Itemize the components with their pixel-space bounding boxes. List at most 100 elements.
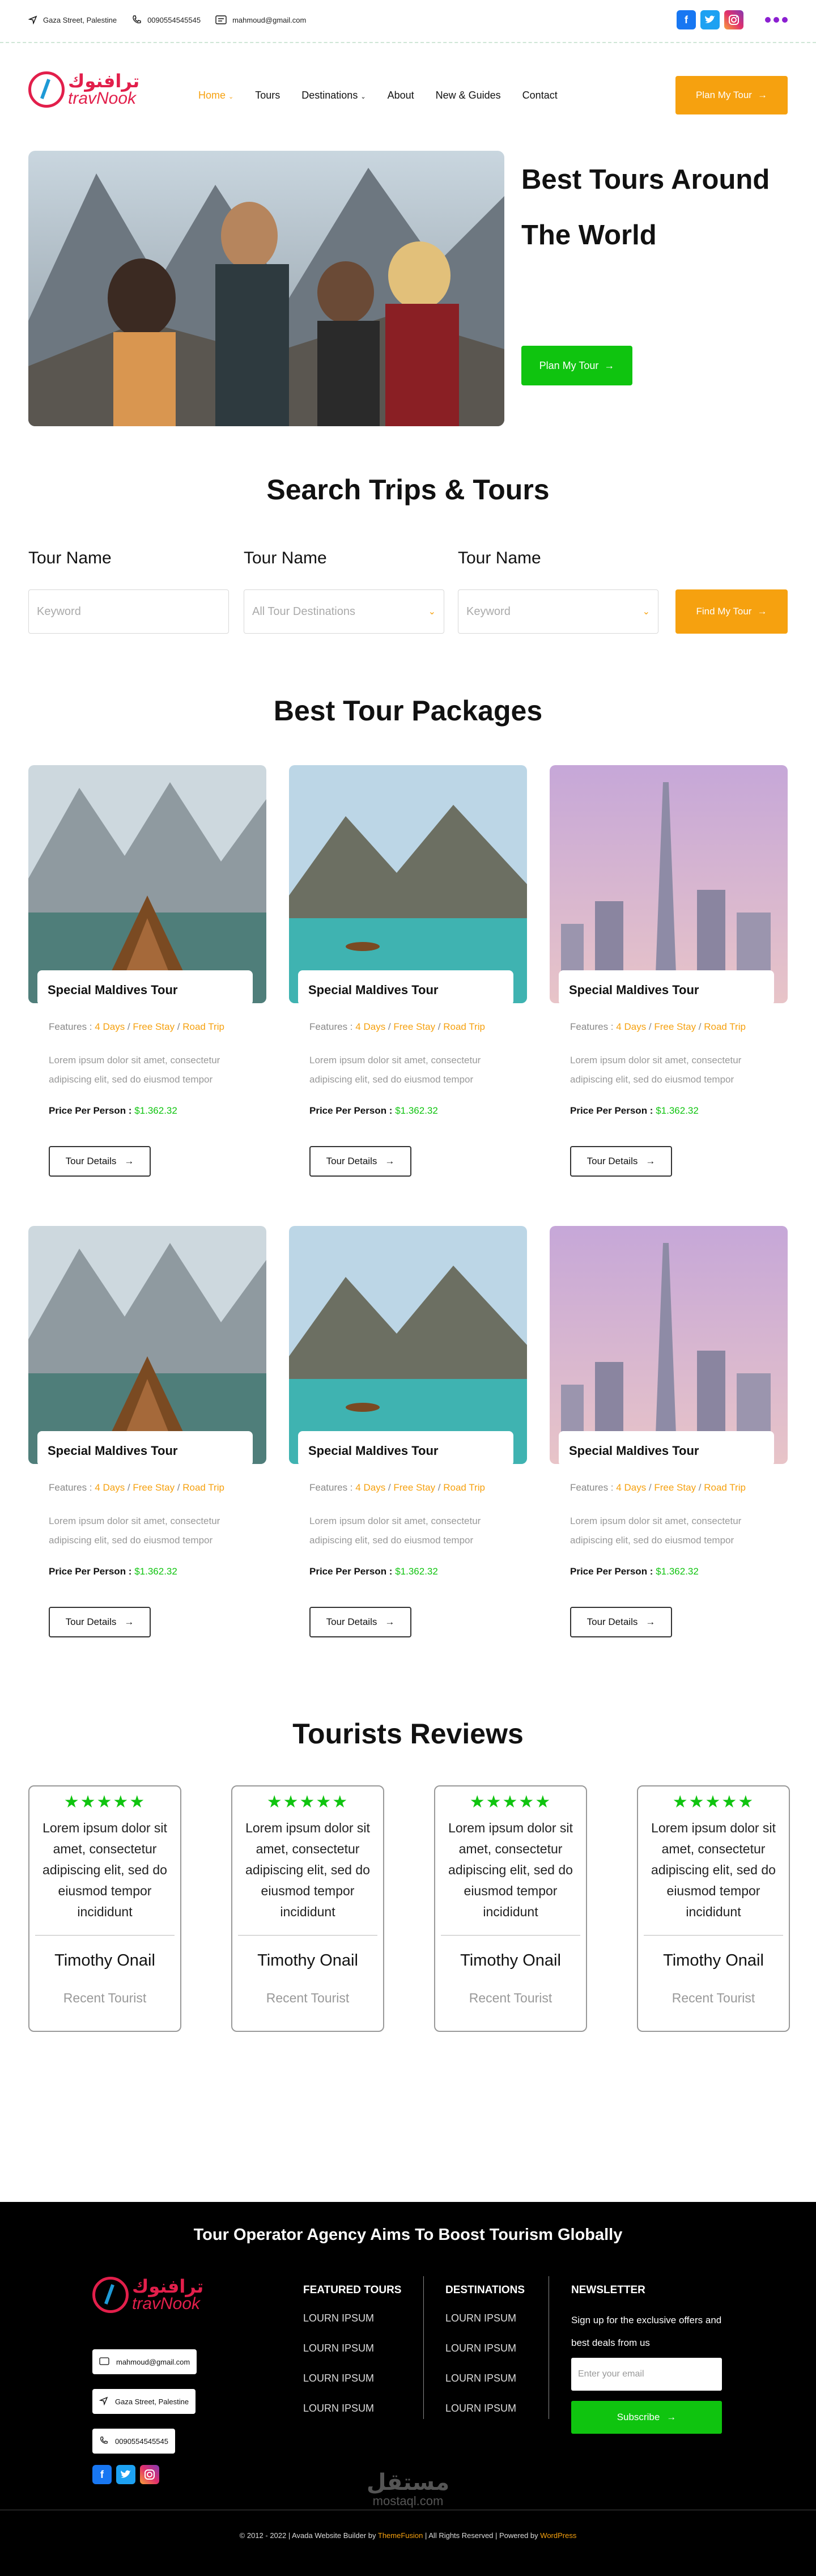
wordpress-link[interactable]: WordPress [540, 2531, 576, 2540]
facebook-icon[interactable]: f [677, 10, 696, 29]
plan-my-tour-button[interactable]: Plan My Tour → [675, 76, 788, 114]
star-rating-icon: ★★★★★ [266, 1793, 349, 1811]
destination-select[interactable]: All Tour Destinations ⌄ [244, 589, 444, 634]
tour-package-features: Features : 4 Days / Free Stay / Road Tri… [570, 1021, 746, 1032]
more-menu-icon[interactable] [765, 17, 788, 23]
reviewer-name: Timothy Onail [663, 1951, 764, 1970]
tour-details-button[interactable]: Tour Details → [570, 1607, 672, 1637]
newsletter-column: NEWSLETTER Sign up for the exclusive off… [571, 2284, 730, 2434]
logo-mark-icon [92, 2277, 129, 2313]
reviewer-name: Timothy Onail [54, 1951, 155, 1970]
tour-package-price: Price Per Person : $1.362.32 [570, 1566, 699, 1577]
phone-info[interactable]: 0090554545545 [131, 15, 201, 25]
email-info[interactable]: mahmoud@gmail.com [215, 15, 306, 24]
destinations-heading: DESTINATIONS [445, 2284, 525, 2296]
chevron-down-icon: ⌄ [428, 607, 436, 617]
keyword-input[interactable]: Keyword [28, 589, 229, 634]
tour-package-image [550, 1226, 788, 1464]
tour-package-price: Price Per Person : $1.362.32 [49, 1566, 177, 1577]
subscribe-button[interactable]: Subscribe → [571, 2401, 722, 2434]
tour-package-image [28, 1226, 266, 1464]
phone-icon [131, 15, 142, 25]
tour-package-card: Special Maldives Tour Features : 4 Days /… [550, 1226, 788, 1637]
nav-item-contact[interactable]: Contact [522, 90, 558, 101]
nav-item-about[interactable]: About [388, 90, 414, 101]
find-my-tour-button[interactable]: Find My Tour → [675, 589, 788, 634]
copyright: © 2012 - 2022 | Avada Website Builder by… [239, 2531, 577, 2540]
tour-package-description: Lorem ipsum dolor sit amet, consectetur a… [309, 1516, 481, 1546]
tour-package-description: Lorem ipsum dolor sit amet, consectetur a… [309, 1055, 481, 1085]
tour-package-title: Special Maldives Tour [559, 970, 774, 1005]
themefusion-link[interactable]: ThemeFusion [378, 2531, 423, 2540]
newsletter-text: Sign up for the exclusive offers and bes… [571, 2315, 722, 2348]
footer-logo[interactable]: ترافنوك travNook [92, 2277, 203, 2313]
review-divider [441, 1935, 580, 1936]
review-divider [238, 1935, 377, 1936]
tour-package-title: Special Maldives Tour [298, 1431, 513, 1466]
tour-package-features: Features : 4 Days / Free Stay / Road Tri… [309, 1021, 485, 1032]
tour-package-card: Special Maldives Tour Features : 4 Days /… [28, 1226, 266, 1637]
arrow-right-icon: → [385, 1616, 395, 1627]
tour-package-price: Price Per Person : $1.362.32 [570, 1105, 699, 1116]
tour-name-label: Tour Name [28, 549, 112, 567]
logo-arabic-text: ترافنوك [68, 71, 140, 91]
footer-link[interactable]: LOURN IPSUM [303, 2373, 401, 2403]
nav-item-tours[interactable]: Tours [255, 90, 280, 101]
footer-email[interactable]: mahmoud@gmail.com [92, 2349, 197, 2374]
nav-item-home[interactable]: Home ⌄ [198, 90, 233, 101]
arrow-right-icon: → [124, 1156, 134, 1166]
tour-package-features: Features : 4 Days / Free Stay / Road Tri… [570, 1482, 746, 1493]
chevron-down-icon: ⌄ [642, 607, 650, 617]
nav-item-news-guides[interactable]: New & Guides [436, 90, 501, 101]
star-rating-icon: ★★★★★ [469, 1793, 552, 1811]
tour-package-price: Price Per Person : $1.362.32 [309, 1566, 438, 1577]
tour-package-description: Lorem ipsum dolor sit amet, consectetur a… [49, 1055, 220, 1085]
twitter-icon[interactable] [700, 10, 720, 29]
tour-package-price: Price Per Person : $1.362.32 [49, 1105, 177, 1116]
review-card: ★★★★★ Lorem ipsum dolor sit amet, consecte… [28, 1785, 181, 2032]
mail-icon [215, 15, 227, 24]
phone-text: 0090554545545 [147, 15, 201, 24]
tour-details-button[interactable]: Tour Details → [49, 1607, 151, 1637]
footer-link[interactable]: LOURN IPSUM [445, 2342, 525, 2373]
tour-package-description: Lorem ipsum dolor sit amet, consectetur a… [570, 1055, 742, 1085]
footer-link[interactable]: LOURN IPSUM [303, 2342, 401, 2373]
arrow-right-icon: → [604, 359, 615, 371]
tour-package-card: Special Maldives Tour Features : 4 Days /… [28, 765, 266, 1177]
tour-details-button[interactable]: Tour Details → [49, 1146, 151, 1177]
footer-title: Tour Operator Agency Aims To Boost Touri… [193, 2226, 623, 2244]
location-icon [99, 2396, 108, 2407]
reviewer-name: Timothy Onail [460, 1951, 561, 1970]
instagram-icon[interactable] [724, 10, 743, 29]
footer-link[interactable]: LOURN IPSUM [303, 2312, 401, 2342]
packages-heading: Best Tour Packages [273, 695, 543, 727]
watermark: مستقل mostaql.com [366, 2470, 450, 2508]
hero-image [28, 151, 504, 426]
footer-phone[interactable]: 0090554545545 [92, 2429, 175, 2454]
tour-package-image [289, 1226, 527, 1464]
reviewer-role: Recent Tourist [672, 1991, 755, 2005]
main-navigation: ترافنوك travNook Home ⌄ Tours Destinatio… [28, 71, 788, 117]
destination-label: Tour Name [244, 549, 327, 567]
arrow-right-icon: → [645, 1156, 656, 1166]
reviews-heading: Tourists Reviews [292, 1718, 524, 1750]
keyword-select[interactable]: Keyword ⌄ [458, 589, 658, 634]
reviewer-role: Recent Tourist [266, 1991, 350, 2005]
reviewer-role: Recent Tourist [63, 1991, 147, 2005]
hero-plan-tour-button[interactable]: Plan My Tour → [521, 346, 632, 385]
tour-details-button[interactable]: Tour Details → [309, 1146, 411, 1177]
footer-link[interactable]: LOURN IPSUM [445, 2403, 525, 2433]
nav-item-destinations[interactable]: Destinations ⌄ [301, 90, 366, 101]
tour-details-button[interactable]: Tour Details → [309, 1607, 411, 1637]
footer-link[interactable]: LOURN IPSUM [303, 2403, 401, 2433]
arrow-right-icon: → [645, 1616, 656, 1627]
tour-package-card: Special Maldives Tour Features : 4 Days /… [289, 1226, 527, 1637]
footer-link[interactable]: LOURN IPSUM [445, 2312, 525, 2342]
tour-details-button[interactable]: Tour Details → [570, 1146, 672, 1177]
site-logo[interactable]: ترافنوك travNook [28, 71, 139, 108]
newsletter-email-input[interactable]: Enter your email [571, 2358, 722, 2391]
arrow-right-icon: → [757, 90, 767, 100]
reviewer-name: Timothy Onail [257, 1951, 358, 1970]
footer-link[interactable]: LOURN IPSUM [445, 2373, 525, 2403]
review-card: ★★★★★ Lorem ipsum dolor sit amet, consecte… [637, 1785, 790, 2032]
